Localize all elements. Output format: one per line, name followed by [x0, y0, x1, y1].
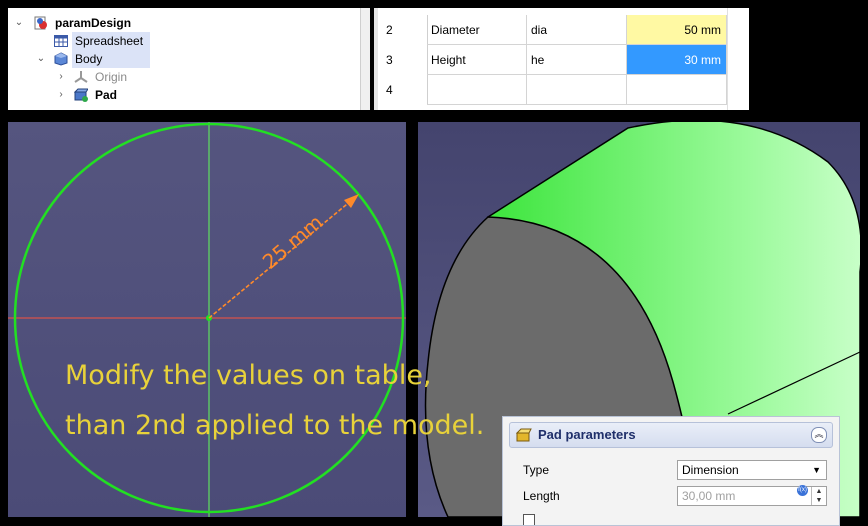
tree-item-label: Pad — [95, 88, 118, 102]
length-label: Length — [523, 489, 560, 503]
body-icon — [54, 52, 68, 66]
spreadsheet-view: 2 Diameter dia 50 mm 3 Height he 30 mm 4 — [374, 8, 749, 110]
tree-scrollbar[interactable] — [360, 8, 370, 110]
length-value: 30,00 mm — [682, 489, 736, 503]
chevron-right-icon[interactable]: › — [54, 86, 68, 104]
spreadsheet-icon — [54, 35, 68, 47]
type-select[interactable]: Dimension ▼ — [677, 460, 827, 480]
tree-item-label: Origin — [95, 70, 128, 84]
tree-item-label: paramDesign — [55, 16, 132, 30]
cell-b4[interactable] — [527, 75, 627, 105]
sketch-view[interactable]: 25 mm — [8, 122, 406, 517]
pad-icon — [74, 88, 88, 102]
sheet-margin — [727, 8, 749, 110]
panel-title: Pad parameters — [538, 427, 636, 442]
tree-item-spreadsheet[interactable]: Spreadsheet — [8, 32, 358, 50]
dropdown-arrow-icon: ▼ — [812, 465, 821, 475]
panel-header[interactable]: Pad parameters ︽ — [509, 422, 833, 448]
chevron-down-icon[interactable]: ⌄ — [34, 50, 48, 68]
cell-b2[interactable]: dia — [527, 15, 627, 45]
chevron-down-icon[interactable]: ⌄ — [12, 14, 26, 32]
tree-item-paramdesign[interactable]: ⌄ paramDesign — [8, 14, 358, 32]
tree-item-label: Body — [72, 50, 150, 68]
type-value: Dimension — [682, 463, 739, 477]
caption-line-1: Modify the values on table, — [65, 360, 432, 391]
cell-a4[interactable] — [427, 75, 527, 105]
tree-item-body[interactable]: ⌄ Body — [8, 50, 358, 68]
cell-a3[interactable]: Height — [427, 45, 527, 75]
expression-icon[interactable]: f(x) — [797, 485, 808, 496]
caption-line-2: than 2nd applied to the model. — [65, 410, 485, 441]
collapse-icon[interactable]: ︽ — [811, 427, 827, 443]
row-header[interactable]: 4 — [378, 75, 428, 105]
cell-c3-selected[interactable]: 30 mm — [627, 45, 727, 75]
document-icon — [34, 16, 47, 30]
tree-item-origin[interactable]: › Origin — [8, 68, 358, 86]
spin-buttons[interactable]: ▲ ▼ — [811, 487, 826, 505]
dimension-arrow-icon — [344, 194, 359, 208]
cell-b3[interactable]: he — [527, 45, 627, 75]
origin-icon — [74, 71, 88, 83]
pad-icon — [516, 428, 532, 442]
sketch-canvas: 25 mm — [8, 122, 406, 517]
tree-item-label: Spreadsheet — [72, 32, 150, 50]
checkbox[interactable] — [523, 514, 535, 525]
type-label: Type — [523, 463, 550, 477]
cell-a2[interactable]: Diameter — [427, 15, 527, 45]
radius-dimension-label[interactable]: 25 mm — [258, 210, 328, 274]
pad-parameters-panel: Pad parameters ︽ Type Dimension ▼ Length… — [502, 416, 840, 526]
cell-c4[interactable] — [627, 75, 727, 105]
row-header[interactable]: 2 — [378, 15, 428, 45]
length-input[interactable]: 30,00 mm f(x) ▲ ▼ — [677, 485, 827, 506]
cell-c2[interactable]: 50 mm — [627, 15, 727, 45]
chevron-right-icon[interactable]: › — [54, 68, 68, 86]
model-tree-panel: ⌄ paramDesign Spreadsheet ⌄ Body › Origi… — [8, 8, 370, 110]
row-header[interactable]: 3 — [378, 45, 428, 75]
tree-item-pad[interactable]: › Pad — [8, 86, 358, 104]
